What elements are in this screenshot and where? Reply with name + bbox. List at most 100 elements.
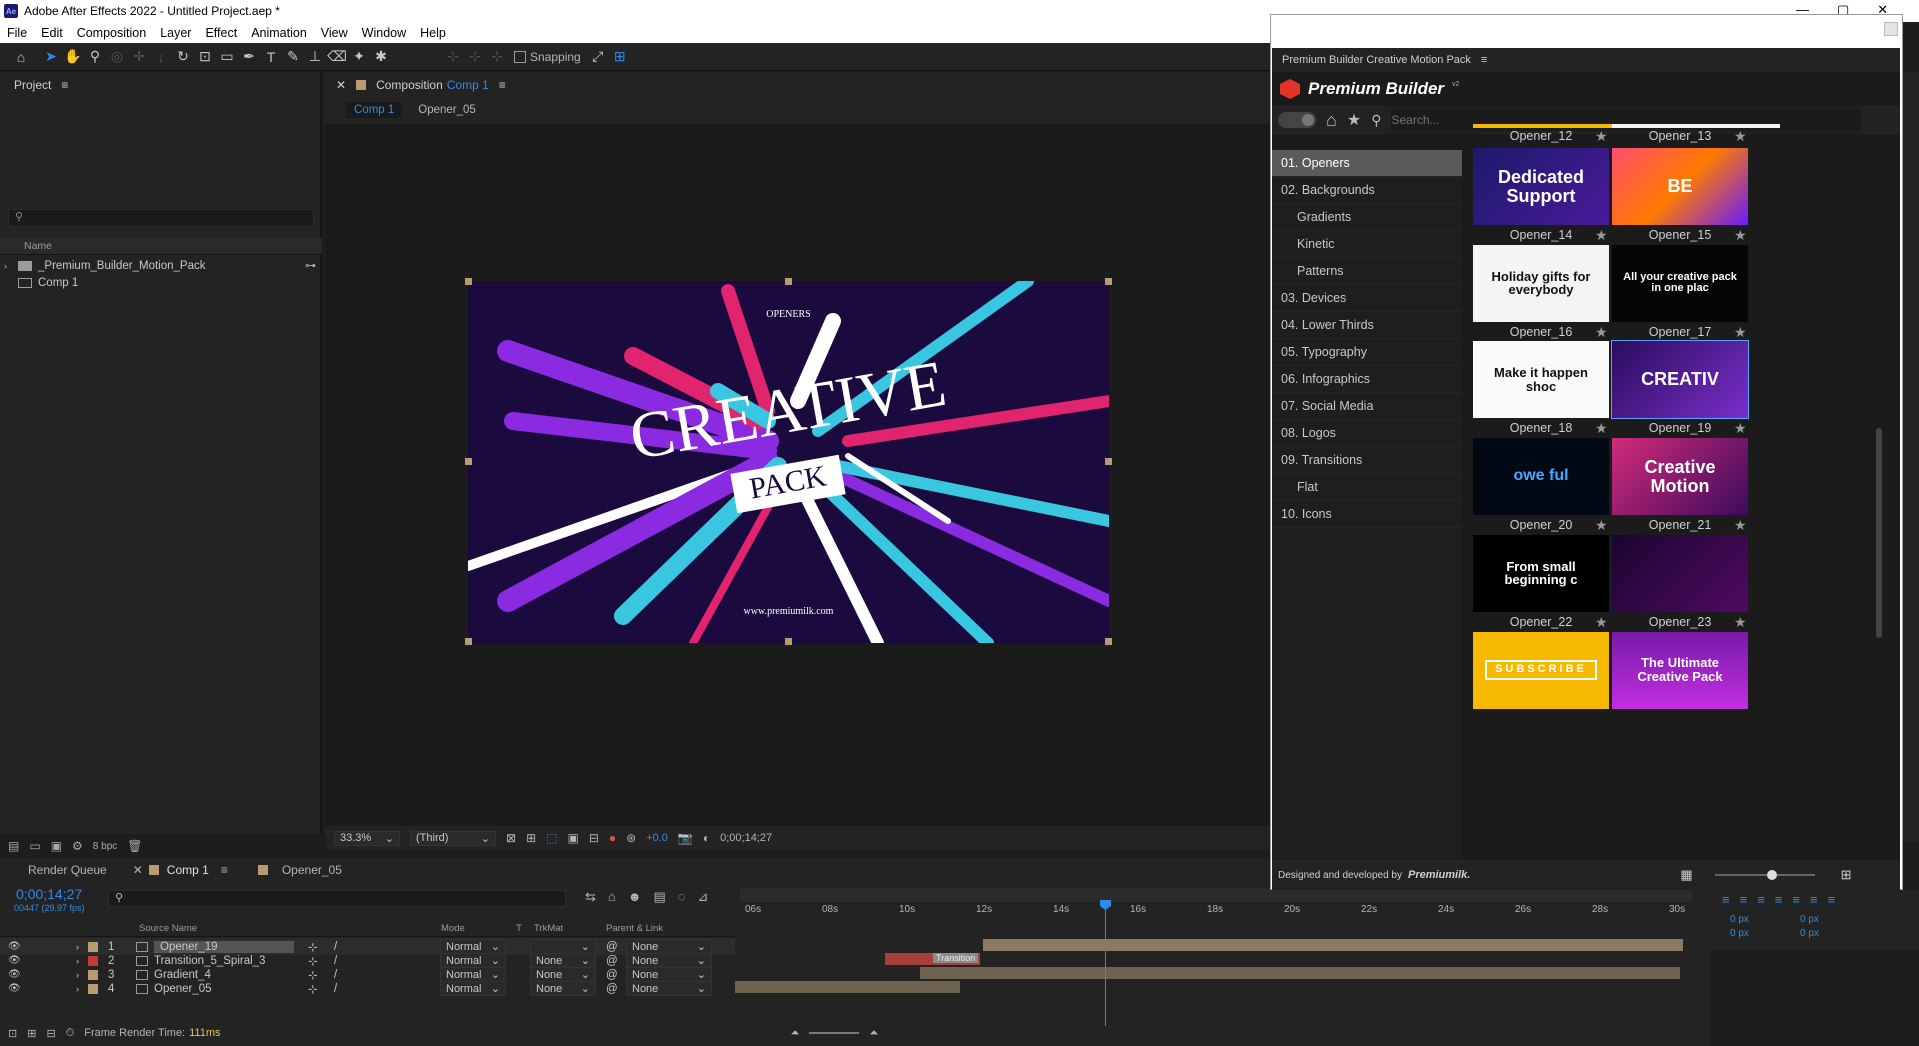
template-thumbnail[interactable]: [1612, 534, 1748, 612]
tab-comp1[interactable]: Comp 1: [159, 863, 221, 877]
category-item[interactable]: 10. Icons: [1272, 501, 1462, 528]
composition-flowchart-icon[interactable]: ⇆: [585, 889, 596, 905]
pickwhip-icon[interactable]: @: [606, 969, 618, 981]
template-thumbnail[interactable]: SUBSCRIBE: [1473, 631, 1609, 709]
distribute-left-icon[interactable]: ≡: [1775, 892, 1783, 907]
render-time-icon[interactable]: ⏱: [66, 1027, 75, 1040]
project-panel-title[interactable]: Project: [14, 78, 51, 92]
tab-opener05[interactable]: Opener_05: [268, 863, 342, 877]
hand-tool-icon[interactable]: ✋: [62, 46, 84, 68]
orbit-tool-icon[interactable]: ◎: [106, 46, 128, 68]
template-thumbnail[interactable]: Dedicated Support: [1473, 148, 1609, 225]
align-value-3[interactable]: 0 px: [1730, 928, 1749, 939]
delete-icon[interactable]: 🗑: [127, 839, 142, 853]
work-area-bar[interactable]: [740, 888, 1692, 902]
timeline-timecode[interactable]: 0;00;14;27: [16, 886, 82, 902]
color-channels-icon[interactable]: ●: [609, 831, 616, 845]
resolution-dropdown[interactable]: (Third) ⌄: [410, 830, 496, 846]
axis-local-icon[interactable]: ⊹: [442, 46, 464, 68]
blend-mode-dropdown[interactable]: Normal ⌄: [440, 981, 506, 996]
zoom-in-icon[interactable]: ⏶: [869, 1027, 878, 1040]
playhead[interactable]: [1105, 900, 1106, 1026]
quality-switch-icon[interactable]: /: [334, 955, 337, 967]
expand-arrow-icon[interactable]: ›: [76, 970, 79, 980]
motion-blur-icon[interactable]: ◌: [678, 889, 686, 905]
rotate-tool-icon[interactable]: ↻: [172, 46, 194, 68]
category-item[interactable]: 06. Infographics: [1272, 366, 1462, 393]
new-folder-icon[interactable]: ▭: [29, 839, 40, 853]
align-left-icon[interactable]: ≡: [1722, 892, 1730, 907]
home-icon[interactable]: ⌂: [1326, 110, 1337, 131]
visibility-eye-icon[interactable]: 👁: [8, 983, 21, 994]
template-thumbnail[interactable]: BE: [1612, 148, 1748, 225]
favorite-star-icon[interactable]: ★: [1734, 517, 1747, 534]
layer-duration-bar[interactable]: [920, 967, 1680, 979]
large-grid-icon[interactable]: ⊞: [1841, 867, 1852, 883]
category-item[interactable]: Patterns: [1272, 258, 1462, 285]
in-out-icon[interactable]: ⊟: [46, 1027, 55, 1040]
panel-menu-icon[interactable]: ≡: [1481, 54, 1487, 66]
snapping-checkbox[interactable]: [514, 50, 526, 63]
region-of-interest-icon[interactable]: ▣: [567, 831, 578, 845]
project-search-input[interactable]: ⚲: [8, 209, 314, 227]
zoom-tool-icon[interactable]: ⚲: [84, 46, 106, 68]
menu-help[interactable]: Help: [413, 26, 453, 40]
layer-switches-icon[interactable]: ⊡: [8, 1027, 17, 1040]
favorite-star-icon[interactable]: ★: [1734, 324, 1747, 341]
visibility-eye-icon[interactable]: 👁: [8, 969, 21, 980]
favorite-star-icon[interactable]: ★: [1595, 420, 1608, 437]
eraser-tool-icon[interactable]: ⌫: [326, 46, 348, 68]
frame-blending-icon[interactable]: ▤: [653, 889, 665, 905]
template-thumbnail[interactable]: The Ultimate Creative Pack: [1612, 631, 1748, 709]
trkmat-dropdown[interactable]: None ⌄: [530, 981, 596, 996]
transform-handle[interactable]: [785, 638, 792, 645]
plugin-window-button[interactable]: [1884, 22, 1898, 36]
template-thumbnail[interactable]: Holiday gifts for everybody: [1473, 244, 1609, 322]
layer-duration-bar[interactable]: [983, 939, 1683, 951]
layer-duration-bar[interactable]: [735, 981, 960, 993]
pen-tool-icon[interactable]: ✒: [238, 46, 260, 68]
grid-scrollbar[interactable]: [1876, 428, 1882, 638]
template-thumbnail[interactable]: [1612, 124, 1780, 128]
breadcrumb-opener05[interactable]: Opener_05: [418, 104, 476, 116]
layer-duration-bar[interactable]: Transition: [885, 953, 980, 965]
parent-dropdown[interactable]: None ⌄: [626, 981, 712, 996]
quality-switch-icon[interactable]: /: [334, 969, 337, 981]
category-item[interactable]: Flat: [1272, 474, 1462, 501]
shy-layers-icon[interactable]: ☻: [628, 889, 642, 905]
transform-handle[interactable]: [1105, 278, 1112, 285]
interpret-footage-icon[interactable]: ▤: [8, 839, 19, 853]
time-ruler[interactable]: 06s 08s 10s 12s 14s 16s 18s 20s 22s 24s 26s 28s 30s: [740, 902, 1692, 920]
align-value-2[interactable]: 0 px: [1800, 914, 1819, 925]
template-thumbnail[interactable]: owe ful: [1473, 438, 1609, 516]
menu-composition[interactable]: Composition: [70, 26, 153, 40]
grid-guides-icon[interactable]: ⊟: [589, 831, 599, 845]
template-thumbnail[interactable]: From small beginning c: [1473, 534, 1609, 612]
expand-arrow-icon[interactable]: ›: [76, 984, 79, 994]
show-snapshot-icon[interactable]: ◐: [703, 831, 710, 845]
col-trkmat[interactable]: TrkMat: [534, 923, 563, 934]
snap-features-icon[interactable]: ⊞: [609, 46, 631, 68]
color-management-icon[interactable]: ⊛: [626, 831, 636, 845]
distribute-center-icon[interactable]: ≡: [1792, 892, 1800, 907]
menu-effect[interactable]: Effect: [198, 26, 244, 40]
clone-stamp-tool-icon[interactable]: ⊥: [304, 46, 326, 68]
type-tool-icon[interactable]: T: [260, 46, 282, 68]
quality-switch-icon[interactable]: /: [334, 983, 337, 995]
transform-handle[interactable]: [1105, 638, 1112, 645]
category-item[interactable]: 03. Devices: [1272, 285, 1462, 312]
col-parent[interactable]: Parent & Link: [606, 923, 663, 934]
flowchart-icon[interactable]: ⊶: [305, 259, 316, 272]
col-mode[interactable]: Mode: [441, 923, 465, 934]
snapping-toggle[interactable]: Snapping: [514, 50, 581, 64]
project-item-folder[interactable]: › _Premium_Builder_Motion_Pack ⊶: [0, 257, 322, 274]
comp-timecode[interactable]: 0;00;14;27: [720, 832, 772, 844]
shy-switch-icon[interactable]: ⊹: [308, 982, 318, 996]
category-item[interactable]: Gradients: [1272, 204, 1462, 231]
timeline-zoom-slider[interactable]: [809, 1032, 860, 1034]
menu-window[interactable]: Window: [355, 26, 413, 40]
category-item[interactable]: 05. Typography: [1272, 339, 1462, 366]
favorites-star-icon[interactable]: ★: [1347, 110, 1361, 130]
transform-handle[interactable]: [785, 278, 792, 285]
align-center-icon[interactable]: ≡: [1740, 892, 1748, 907]
